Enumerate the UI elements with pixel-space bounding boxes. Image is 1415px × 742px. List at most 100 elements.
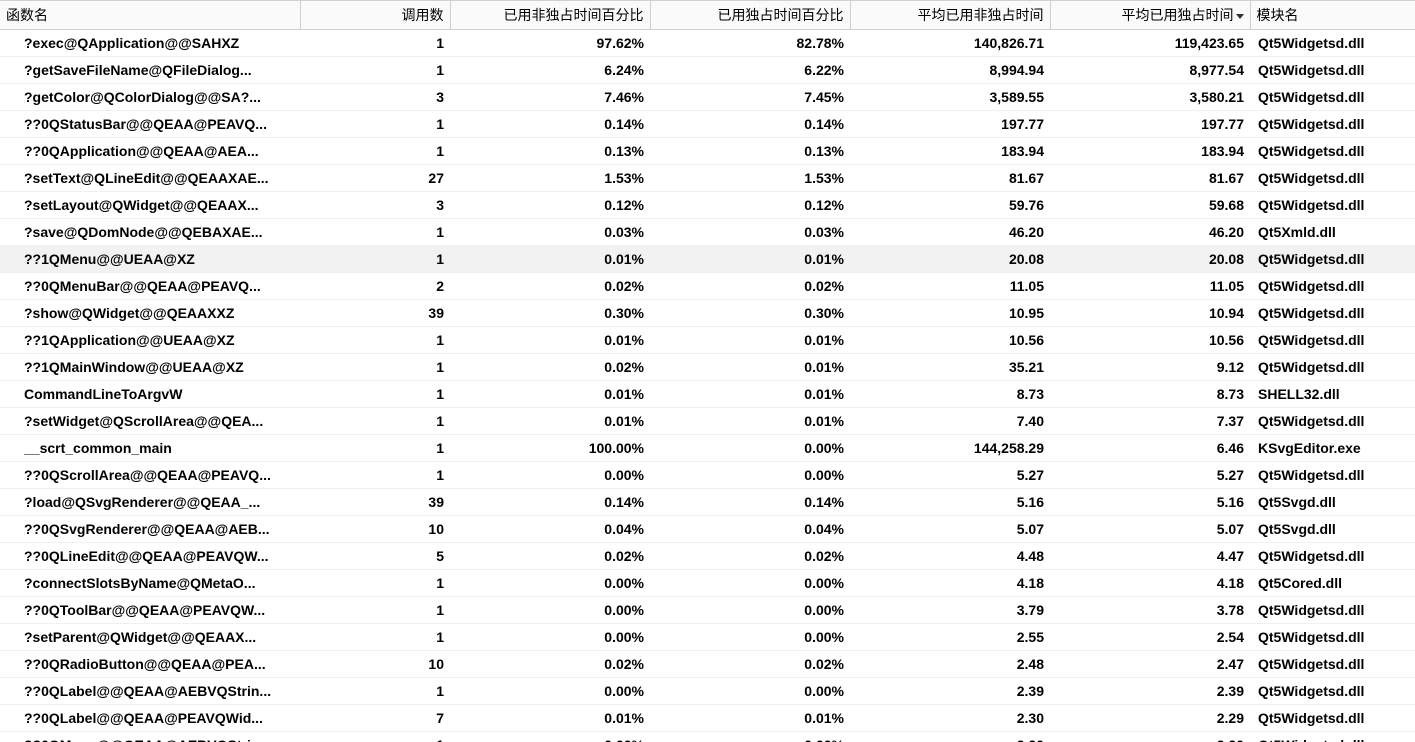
cell-inclusive-pct: 0.01%: [450, 408, 650, 435]
table-row[interactable]: ??0QSvgRenderer@@QEAA@AEB...100.04%0.04%…: [0, 516, 1415, 543]
table-row[interactable]: ??1QMainWindow@@UEAA@XZ10.02%0.01%35.219…: [0, 354, 1415, 381]
cell-inclusive-pct: 0.03%: [450, 219, 650, 246]
cell-inclusive-pct: 7.46%: [450, 84, 650, 111]
cell-avg-inclusive: 46.20: [850, 219, 1050, 246]
profiler-table[interactable]: 函数名 调用数 已用非独占时间百分比 已用独占时间百分比 平均已用非独占时间 平…: [0, 0, 1415, 742]
cell-avg-inclusive: 2.20: [850, 732, 1050, 742]
cell-inclusive-pct: 0.00%: [450, 462, 650, 489]
cell-module: Qt5Widgetsd.dll: [1250, 84, 1415, 111]
table-row[interactable]: ?load@QSvgRenderer@@QEAA_...390.14%0.14%…: [0, 489, 1415, 516]
table-row[interactable]: ??0QLabel@@QEAA@PEAVQWid...70.01%0.01%2.…: [0, 705, 1415, 732]
cell-calls: 1: [300, 678, 450, 705]
cell-avg-exclusive: 5.16: [1050, 489, 1250, 516]
cell-exclusive-pct: 0.01%: [650, 327, 850, 354]
cell-exclusive-pct: 1.53%: [650, 165, 850, 192]
cell-module: Qt5Widgetsd.dll: [1250, 732, 1415, 742]
cell-exclusive-pct: 0.00%: [650, 435, 850, 462]
cell-avg-exclusive: 8.73: [1050, 381, 1250, 408]
table-row[interactable]: ??0QScrollArea@@QEAA@PEAVQ...10.00%0.00%…: [0, 462, 1415, 489]
table-row[interactable]: ??0QRadioButton@@QEAA@PEA...100.02%0.02%…: [0, 651, 1415, 678]
table-row[interactable]: ??0QMenu@@QEAA@AEBVQStri...10.00%0.00%2.…: [0, 732, 1415, 742]
cell-inclusive-pct: 0.14%: [450, 489, 650, 516]
col-header-avg-exclusive[interactable]: 平均已用独占时间: [1050, 1, 1250, 30]
cell-module: Qt5Widgetsd.dll: [1250, 300, 1415, 327]
cell-function: ??0QMenu@@QEAA@AEBVQStri...: [0, 732, 300, 742]
cell-exclusive-pct: 0.13%: [650, 138, 850, 165]
cell-function: ??1QApplication@@UEAA@XZ: [0, 327, 300, 354]
cell-inclusive-pct: 0.02%: [450, 354, 650, 381]
table-row[interactable]: ?exec@QApplication@@SAHXZ197.62%82.78%14…: [0, 30, 1415, 57]
cell-module: Qt5Widgetsd.dll: [1250, 192, 1415, 219]
table-row[interactable]: ??1QMenu@@UEAA@XZ10.01%0.01%20.0820.08Qt…: [0, 246, 1415, 273]
cell-function: ??0QToolBar@@QEAA@PEAVQW...: [0, 597, 300, 624]
cell-module: SHELL32.dll: [1250, 381, 1415, 408]
table-row[interactable]: ?setWidget@QScrollArea@@QEA...10.01%0.01…: [0, 408, 1415, 435]
cell-calls: 1: [300, 462, 450, 489]
table-row[interactable]: ?getColor@QColorDialog@@SA?...37.46%7.45…: [0, 84, 1415, 111]
cell-avg-inclusive: 20.08: [850, 246, 1050, 273]
cell-inclusive-pct: 0.01%: [450, 705, 650, 732]
cell-exclusive-pct: 0.01%: [650, 408, 850, 435]
cell-module: Qt5Xmld.dll: [1250, 219, 1415, 246]
cell-exclusive-pct: 0.00%: [650, 597, 850, 624]
col-header-inclusive-pct[interactable]: 已用非独占时间百分比: [450, 1, 650, 30]
cell-module: Qt5Widgetsd.dll: [1250, 246, 1415, 273]
cell-function: ?setParent@QWidget@@QEAAX...: [0, 624, 300, 651]
table-row[interactable]: ??0QLabel@@QEAA@AEBVQStrin...10.00%0.00%…: [0, 678, 1415, 705]
cell-avg-inclusive: 10.56: [850, 327, 1050, 354]
cell-avg-exclusive: 4.18: [1050, 570, 1250, 597]
col-header-function[interactable]: 函数名: [0, 1, 300, 30]
col-header-avg-inclusive[interactable]: 平均已用非独占时间: [850, 1, 1050, 30]
table-row[interactable]: ?setLayout@QWidget@@QEAAX...30.12%0.12%5…: [0, 192, 1415, 219]
col-header-calls[interactable]: 调用数: [300, 1, 450, 30]
cell-avg-inclusive: 2.39: [850, 678, 1050, 705]
cell-inclusive-pct: 0.12%: [450, 192, 650, 219]
table-row[interactable]: ?setText@QLineEdit@@QEAAXAE...271.53%1.5…: [0, 165, 1415, 192]
table-row[interactable]: ??0QLineEdit@@QEAA@PEAVQW...50.02%0.02%4…: [0, 543, 1415, 570]
cell-calls: 1: [300, 354, 450, 381]
cell-module: Qt5Widgetsd.dll: [1250, 111, 1415, 138]
table-row[interactable]: ?setParent@QWidget@@QEAAX...10.00%0.00%2…: [0, 624, 1415, 651]
cell-avg-inclusive: 5.27: [850, 462, 1050, 489]
table-row[interactable]: ??0QMenuBar@@QEAA@PEAVQ...20.02%0.02%11.…: [0, 273, 1415, 300]
cell-avg-exclusive: 5.27: [1050, 462, 1250, 489]
table-row[interactable]: ?save@QDomNode@@QEBAXAE...10.03%0.03%46.…: [0, 219, 1415, 246]
cell-exclusive-pct: 0.12%: [650, 192, 850, 219]
cell-avg-exclusive: 4.47: [1050, 543, 1250, 570]
cell-calls: 7: [300, 705, 450, 732]
col-header-module[interactable]: 模块名: [1250, 1, 1415, 30]
table-row[interactable]: __scrt_common_main1100.00%0.00%144,258.2…: [0, 435, 1415, 462]
cell-avg-inclusive: 8.73: [850, 381, 1050, 408]
table-row[interactable]: ??0QStatusBar@@QEAA@PEAVQ...10.14%0.14%1…: [0, 111, 1415, 138]
cell-avg-exclusive: 2.47: [1050, 651, 1250, 678]
table-row[interactable]: ??1QApplication@@UEAA@XZ10.01%0.01%10.56…: [0, 327, 1415, 354]
cell-inclusive-pct: 0.13%: [450, 138, 650, 165]
cell-calls: 1: [300, 435, 450, 462]
cell-calls: 1: [300, 327, 450, 354]
cell-avg-exclusive: 2.39: [1050, 678, 1250, 705]
cell-calls: 1: [300, 381, 450, 408]
cell-avg-inclusive: 81.67: [850, 165, 1050, 192]
cell-avg-exclusive: 2.54: [1050, 624, 1250, 651]
cell-module: Qt5Widgetsd.dll: [1250, 138, 1415, 165]
table-row[interactable]: ?show@QWidget@@QEAAXXZ390.30%0.30%10.951…: [0, 300, 1415, 327]
cell-exclusive-pct: 6.22%: [650, 57, 850, 84]
table-row[interactable]: CommandLineToArgvW10.01%0.01%8.738.73SHE…: [0, 381, 1415, 408]
table-row[interactable]: ??0QApplication@@QEAA@AEA...10.13%0.13%1…: [0, 138, 1415, 165]
cell-function: ??0QStatusBar@@QEAA@PEAVQ...: [0, 111, 300, 138]
table-row[interactable]: ??0QToolBar@@QEAA@PEAVQW...10.00%0.00%3.…: [0, 597, 1415, 624]
table-body: ?exec@QApplication@@SAHXZ197.62%82.78%14…: [0, 30, 1415, 742]
table-row[interactable]: ?connectSlotsByName@QMetaO...10.00%0.00%…: [0, 570, 1415, 597]
cell-module: Qt5Widgetsd.dll: [1250, 705, 1415, 732]
table-row[interactable]: ?getSaveFileName@QFileDialog...16.24%6.2…: [0, 57, 1415, 84]
cell-avg-inclusive: 11.05: [850, 273, 1050, 300]
cell-exclusive-pct: 0.04%: [650, 516, 850, 543]
cell-avg-inclusive: 4.48: [850, 543, 1050, 570]
cell-avg-inclusive: 8,994.94: [850, 57, 1050, 84]
cell-function: ?getColor@QColorDialog@@SA?...: [0, 84, 300, 111]
col-header-exclusive-pct[interactable]: 已用独占时间百分比: [650, 1, 850, 30]
cell-inclusive-pct: 0.01%: [450, 327, 650, 354]
cell-exclusive-pct: 0.14%: [650, 111, 850, 138]
cell-avg-exclusive: 3,580.21: [1050, 84, 1250, 111]
cell-exclusive-pct: 0.02%: [650, 651, 850, 678]
